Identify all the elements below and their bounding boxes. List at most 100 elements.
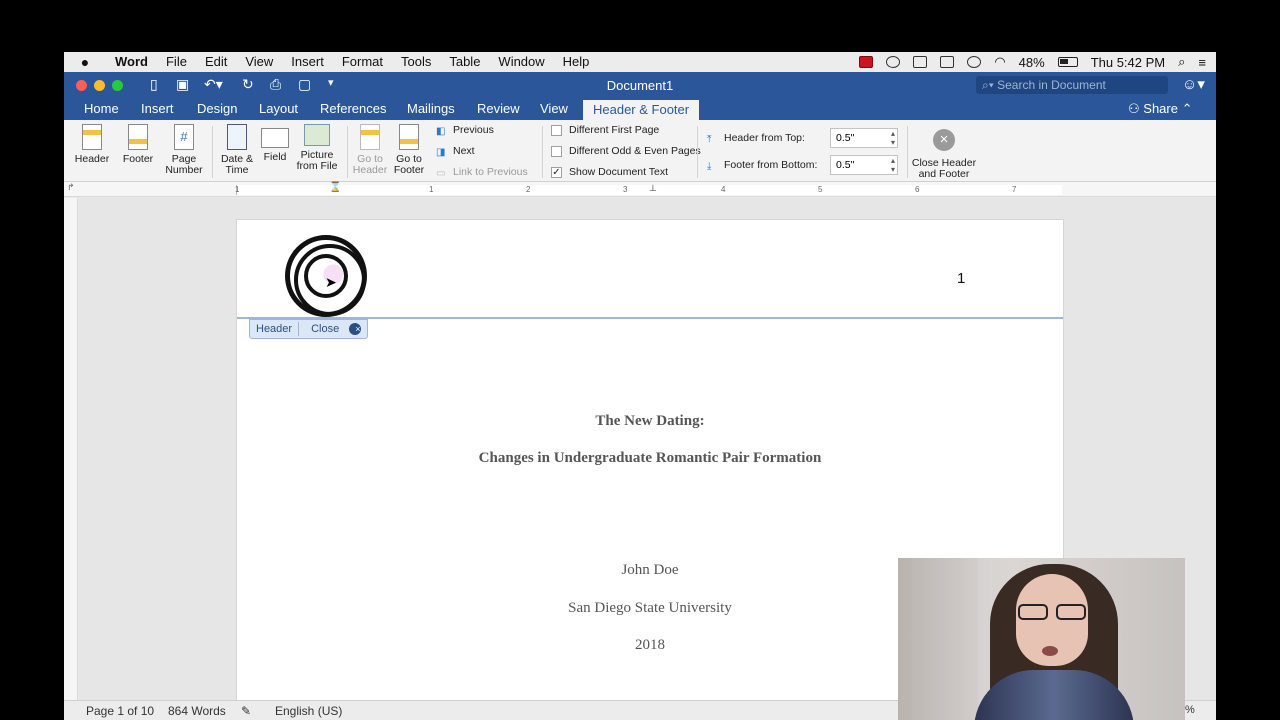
menu-file[interactable]: File: [157, 52, 196, 72]
indent-marker-icon[interactable]: ⌛: [329, 182, 341, 193]
go-to-footer-button[interactable]: Go to Footer: [391, 124, 427, 176]
different-first-page-checkbox[interactable]: Different First Page: [551, 124, 659, 136]
previous-button[interactable]: ◧ Previous: [436, 124, 494, 137]
header-button[interactable]: Header: [74, 124, 110, 165]
ruler-number: 7: [1012, 185, 1017, 194]
go-to-header-button[interactable]: Go to Header: [352, 124, 388, 176]
header-from-top-label: ⤒ Header from Top:: [707, 132, 805, 145]
ruler-number: 2: [526, 185, 531, 194]
airplay-icon[interactable]: [940, 56, 955, 68]
tab-stop-icon[interactable]: ↱: [67, 182, 75, 193]
previous-icon: ◧: [436, 126, 446, 137]
different-first-page-label: Different First Page: [569, 124, 660, 136]
clock[interactable]: Thu 5:42 PM: [1091, 55, 1165, 70]
menu-tools[interactable]: Tools: [392, 52, 440, 72]
share-button[interactable]: ⚇ Share ⌃: [1128, 101, 1193, 117]
recording-icon[interactable]: [859, 56, 874, 68]
field-button[interactable]: Field: [258, 124, 292, 163]
tab-home[interactable]: Home: [84, 101, 119, 116]
ribbon-tabs: Home Insert Design Layout References Mai…: [64, 98, 1216, 120]
header-from-top-stepper[interactable]: 0.5": [830, 128, 898, 148]
sync-icon[interactable]: [886, 56, 901, 68]
wifi-icon[interactable]: ◠: [994, 54, 1005, 70]
tab-layout[interactable]: Layout: [259, 101, 298, 116]
go-to-header-icon: [360, 124, 380, 150]
picture-from-file-button[interactable]: Picture from File: [294, 124, 340, 172]
apple-icon[interactable]: ●: [64, 54, 106, 70]
doc-title-line-2: Changes in Undergraduate Romantic Pair F…: [478, 450, 822, 466]
menu-edit[interactable]: Edit: [196, 52, 236, 72]
footer-bottom-icon: ⤓: [707, 161, 712, 172]
tab-references[interactable]: References: [320, 101, 386, 116]
battery-icon[interactable]: [1057, 57, 1078, 67]
link-to-previous-button[interactable]: ▭ Link to Previous: [436, 166, 528, 179]
page-count[interactable]: Page 1 of 10: [86, 704, 154, 718]
footer-button[interactable]: Footer: [120, 124, 156, 165]
show-document-text-checkbox[interactable]: ✓ Show Document Text: [551, 166, 668, 178]
ruler-number: 1: [235, 185, 240, 194]
tab-header-footer[interactable]: Header & Footer: [583, 100, 700, 120]
menu-window[interactable]: Window: [489, 52, 553, 72]
feedback-smiley-icon[interactable]: ☺▾: [1182, 75, 1205, 93]
center-tab-icon[interactable]: ⊥: [649, 183, 657, 194]
tab-insert[interactable]: Insert: [141, 101, 174, 116]
presenter-mouth: [1042, 646, 1058, 656]
close-circle-icon[interactable]: ×: [933, 129, 955, 151]
header-close-button[interactable]: Close ×: [299, 323, 367, 335]
header-page-number: 1: [957, 270, 966, 287]
menu-table[interactable]: Table: [440, 52, 489, 72]
language-status[interactable]: English (US): [275, 704, 342, 718]
go-to-header-label-2: Header: [352, 164, 388, 176]
tab-mailings[interactable]: Mailings: [407, 101, 455, 116]
header-icon: [82, 124, 102, 150]
checkbox-box: [551, 124, 562, 136]
page-number-button[interactable]: # Page Number: [164, 124, 204, 176]
calendar-icon: [227, 124, 247, 150]
footer-from-bottom-stepper[interactable]: 0.5": [830, 155, 898, 175]
date-time-label-2: Time: [225, 164, 249, 176]
checkmark-icon: ✓: [551, 166, 562, 178]
messages-icon[interactable]: [967, 56, 982, 68]
menu-app-word[interactable]: Word: [106, 52, 157, 72]
menu-insert[interactable]: Insert: [282, 52, 333, 72]
tab-review[interactable]: Review: [477, 101, 520, 116]
tab-view[interactable]: View: [540, 101, 568, 116]
next-button[interactable]: ◨ Next: [436, 145, 475, 158]
picture-icon: [304, 124, 330, 146]
header-from-top-text: Header from Top:: [724, 132, 805, 144]
extension-icon[interactable]: [913, 56, 928, 68]
ruler-number: 5: [818, 185, 823, 194]
ribbon-divider: [347, 126, 348, 178]
footer-label: Footer: [122, 153, 154, 165]
date-time-button[interactable]: Date & Time: [218, 124, 256, 176]
link-to-previous-label: Link to Previous: [453, 166, 528, 178]
horizontal-ruler[interactable]: ↱ 1 ⌛ 1 2 3 ⊥ 4 5 6 7: [64, 182, 1216, 197]
page-number-label-2: Number: [165, 164, 203, 176]
ribbon-divider: [907, 126, 908, 178]
menubar-status-area: ◠ 48% Thu 5:42 PM ⌕ ≡: [859, 52, 1206, 72]
close-header-footer-button[interactable]: Close Header and Footer: [910, 158, 978, 180]
search-document-input[interactable]: ⌕▾ Search in Document: [976, 76, 1168, 94]
ruler-number: 1: [429, 185, 434, 194]
next-icon: ◨: [436, 147, 446, 158]
doc-title-line-1: The New Dating:: [595, 413, 705, 429]
ribbon-divider: [542, 126, 543, 178]
menu-format[interactable]: Format: [333, 52, 392, 72]
ruler-number: 4: [721, 185, 726, 194]
different-odd-even-checkbox[interactable]: Different Odd & Even Pages: [551, 145, 701, 157]
tab-design[interactable]: Design: [197, 101, 237, 116]
menu-view[interactable]: View: [236, 52, 282, 72]
header-top-icon: ⤒: [707, 134, 712, 145]
title-bar: ▯ ▣ ↶▾ ↻ ⎙ ▢ ▾ Document1 ⌕▾ Search in Do…: [64, 72, 1216, 98]
menu-help[interactable]: Help: [554, 52, 599, 72]
vertical-ruler[interactable]: [64, 198, 78, 700]
proofing-icon[interactable]: ✎: [241, 704, 251, 718]
spotlight-icon[interactable]: ⌕: [1178, 54, 1185, 70]
header-close-label: Close: [311, 323, 340, 335]
close-label-2: and Footer: [918, 168, 970, 180]
notification-center-icon[interactable]: ≡: [1198, 55, 1206, 70]
header-tag-label: Header: [256, 323, 293, 335]
share-label: Share: [1143, 101, 1178, 116]
checkbox-box: [551, 145, 562, 157]
word-count[interactable]: 864 Words: [168, 704, 226, 718]
